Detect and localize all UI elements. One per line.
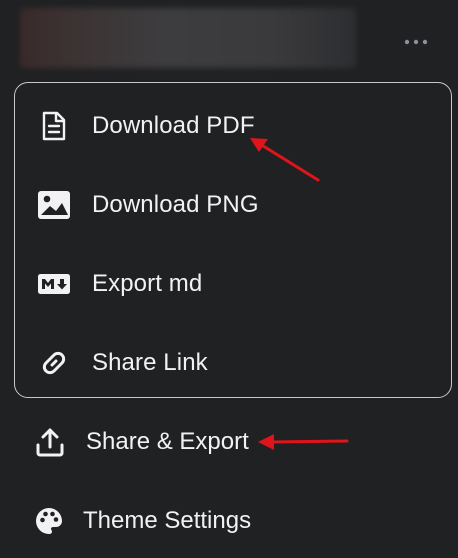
share-export-item[interactable]: Share & Export bbox=[0, 412, 458, 472]
link-icon bbox=[37, 346, 71, 380]
document-icon bbox=[37, 109, 71, 143]
download-png-label: Download PNG bbox=[92, 191, 259, 218]
export-md-label: Export md bbox=[92, 270, 203, 297]
theme-settings-item[interactable]: Theme Settings bbox=[0, 491, 458, 551]
top-bar bbox=[0, 0, 458, 78]
download-png-item[interactable]: Download PNG bbox=[15, 176, 259, 234]
download-pdf-item[interactable]: Download PDF bbox=[15, 97, 255, 155]
export-submenu: Download PDF Download PNG Export md Shar… bbox=[14, 82, 452, 398]
share-link-item[interactable]: Share Link bbox=[15, 334, 208, 392]
share-export-label: Share & Export bbox=[86, 428, 249, 455]
share-link-label: Share Link bbox=[92, 349, 208, 376]
download-pdf-label: Download PDF bbox=[92, 112, 255, 139]
image-icon bbox=[37, 188, 71, 222]
theme-settings-label: Theme Settings bbox=[83, 507, 252, 534]
more-horizontal-icon bbox=[404, 39, 428, 45]
markdown-icon bbox=[37, 267, 71, 301]
export-md-item[interactable]: Export md bbox=[15, 255, 202, 313]
more-options-button[interactable] bbox=[398, 30, 434, 54]
upload-icon bbox=[33, 425, 67, 459]
palette-icon bbox=[32, 504, 66, 538]
blurred-conversation-title bbox=[20, 8, 356, 68]
